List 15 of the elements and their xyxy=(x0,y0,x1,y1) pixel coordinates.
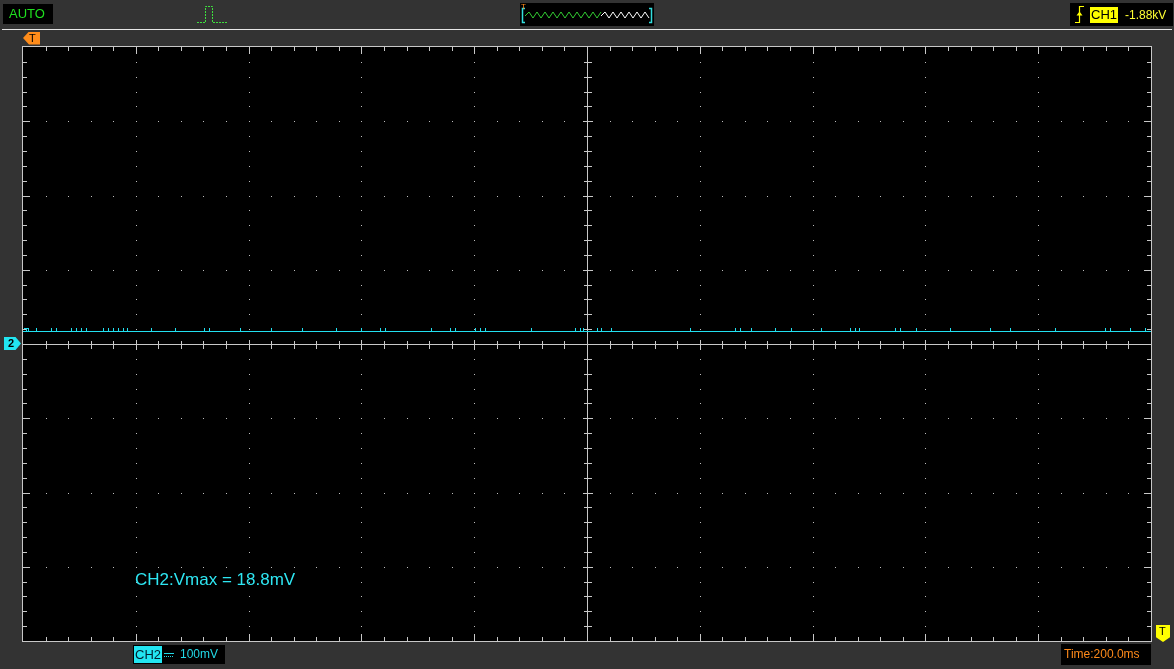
channel-label: CH2 xyxy=(134,646,162,663)
timebase-readout: Time:200.0ms xyxy=(1061,644,1151,665)
trigger-mode-indicator: AUTO xyxy=(3,4,53,24)
waveform-overview[interactable]: T xyxy=(520,3,654,26)
channel-offset-handle[interactable]: 2 xyxy=(4,337,21,350)
volts-per-division: 100mV xyxy=(180,646,219,663)
trigger-level-value: -1.88kV xyxy=(1125,6,1167,23)
trigger-position-marker: T xyxy=(521,2,526,11)
coupling-icon xyxy=(164,651,174,658)
pulse-icon xyxy=(197,5,227,23)
trigger-level-handle[interactable]: T xyxy=(1156,625,1170,642)
measurement-readout: CH2:Vmax = 18.8mV xyxy=(135,570,296,590)
trigger-source-label: CH1 xyxy=(1090,6,1118,23)
trigger-position-handle[interactable]: T xyxy=(23,31,40,45)
rising-edge-icon xyxy=(1075,6,1084,23)
